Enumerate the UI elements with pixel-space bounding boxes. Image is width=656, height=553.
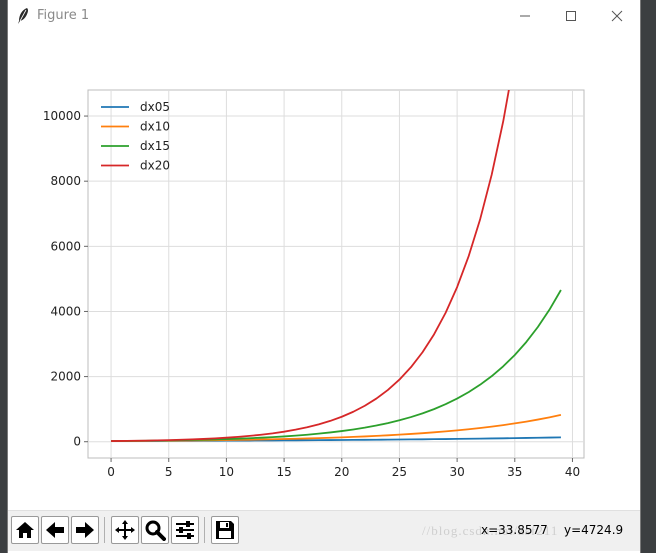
x-tick-label: 0 xyxy=(107,465,115,479)
save-icon xyxy=(216,521,234,539)
y-tick-label: 4000 xyxy=(50,304,81,318)
cursor-x-readout: x=33.8577 xyxy=(481,523,548,537)
figure-canvas[interactable]: 0 5 10 15 20 25 30 35 40 0 2000 4000 6000 8000 10000 … xyxy=(8,32,640,510)
legend-label-dx15: dx15 xyxy=(140,139,170,153)
back-button[interactable] xyxy=(41,516,69,544)
forward-icon xyxy=(76,522,94,538)
maximize-button[interactable] xyxy=(548,0,594,32)
x-tick-label: 25 xyxy=(392,465,407,479)
toolbar-separator xyxy=(204,517,205,543)
home-button[interactable] xyxy=(11,516,39,544)
y-tick-label: 8000 xyxy=(50,174,81,188)
back-icon xyxy=(46,522,64,538)
y-tick-label: 10000 xyxy=(43,109,81,123)
x-tick-label: 10 xyxy=(219,465,234,479)
x-tick-label: 40 xyxy=(565,465,580,479)
navigation-toolbar: //blog.csdn.net/zsf211 x=33.8577 y=4724.… xyxy=(8,510,640,551)
x-tick-label: 15 xyxy=(276,465,291,479)
x-tick-label: 20 xyxy=(334,465,349,479)
configure-subplots-button[interactable] xyxy=(171,516,199,544)
y-axis: 0 2000 4000 6000 8000 10000 xyxy=(43,109,88,449)
pan-button[interactable] xyxy=(111,516,139,544)
legend-label-dx10: dx10 xyxy=(140,120,170,134)
title-bar[interactable]: Figure 1 xyxy=(8,0,640,32)
minimize-button[interactable] xyxy=(502,0,548,32)
close-icon xyxy=(611,10,623,22)
home-icon xyxy=(16,522,34,538)
y-tick-label: 2000 xyxy=(50,370,81,384)
legend-label-dx20: dx20 xyxy=(140,159,170,173)
pan-icon xyxy=(115,520,135,540)
minimize-icon xyxy=(520,15,530,17)
figure-window: Figure 1 0 5 10 15 20 25 30 35 40 0 2000 4000 6000 8… xyxy=(8,0,640,553)
legend-label-dx05: dx05 xyxy=(140,100,170,114)
window-title: Figure 1 xyxy=(37,8,90,23)
toolbar-separator xyxy=(104,517,105,543)
save-button[interactable] xyxy=(211,516,239,544)
close-button[interactable] xyxy=(594,0,640,32)
x-tick-label: 30 xyxy=(449,465,464,479)
feather-icon xyxy=(18,8,28,24)
y-tick-label: 0 xyxy=(73,435,81,449)
x-axis: 0 5 10 15 20 25 30 35 40 xyxy=(107,458,580,479)
x-tick-label: 5 xyxy=(165,465,173,479)
maximize-icon xyxy=(566,11,576,21)
zoom-icon xyxy=(145,520,166,541)
y-tick-label: 6000 xyxy=(50,239,81,253)
line-chart: 0 5 10 15 20 25 30 35 40 0200040006000800010000 … xyxy=(43,89,585,479)
cursor-y-readout: y=4724.9 xyxy=(564,523,624,537)
x-tick-label: 35 xyxy=(507,465,522,479)
forward-button[interactable] xyxy=(71,516,99,544)
configure-subplots-icon xyxy=(176,521,194,539)
zoom-button[interactable] xyxy=(141,516,169,544)
